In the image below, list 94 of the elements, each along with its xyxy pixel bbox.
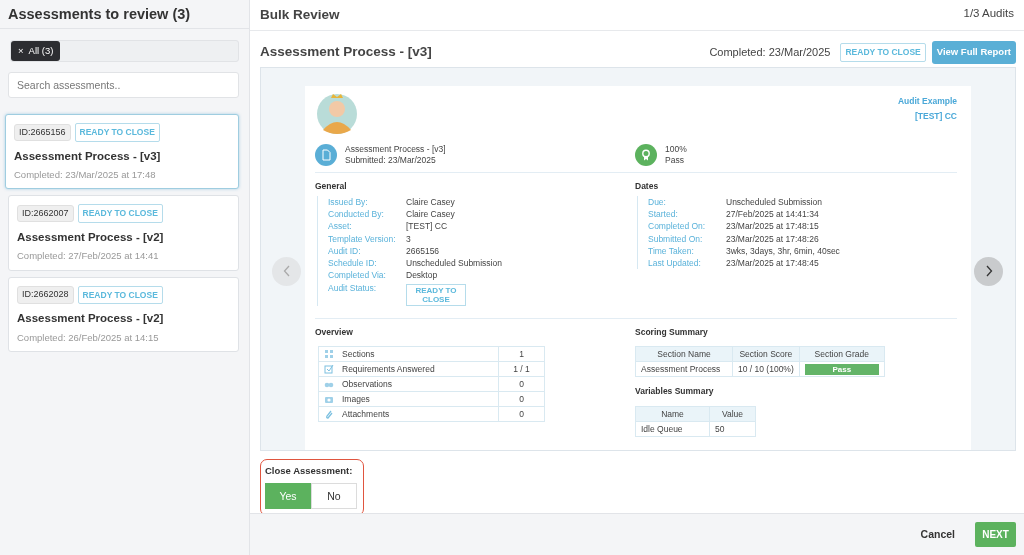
remove-filter-icon[interactable]: × bbox=[18, 44, 24, 59]
field-value: 23/Mar/2025 at 17:48:26 bbox=[726, 232, 819, 245]
toggle-option[interactable]: No bbox=[311, 483, 357, 510]
field-label: Time Taken: bbox=[648, 244, 695, 258]
id-tag: ID:2662007 bbox=[17, 204, 74, 223]
field-label: Audit Status: bbox=[328, 281, 378, 295]
status-badge: READY TO CLOSE bbox=[74, 123, 160, 142]
completed-text: Completed: 27/Feb/2025 at 14:41 bbox=[17, 249, 160, 264]
next-audit-button[interactable] bbox=[974, 256, 1003, 286]
document-icon bbox=[315, 143, 337, 166]
award-icon bbox=[635, 143, 657, 166]
field-label: Submitted On: bbox=[648, 232, 704, 245]
grade-badge: Pass bbox=[804, 363, 879, 375]
field-value: 3 bbox=[406, 232, 411, 245]
field-label: Audit ID: bbox=[328, 244, 362, 258]
overview-value: 0 bbox=[498, 391, 545, 407]
field-value: 3wks, 3days, 3hr, 6min, 40sec bbox=[726, 244, 840, 258]
column-header: Value bbox=[709, 406, 756, 422]
checkbox-icon bbox=[324, 364, 334, 375]
column-header: Section Name bbox=[635, 346, 733, 362]
field-value: 27/Feb/2025 at 14:41:34 bbox=[726, 207, 819, 221]
filter-bar[interactable]: × All (3) bbox=[10, 40, 239, 62]
field-value: Unscheduled Submission bbox=[726, 195, 822, 208]
field-value: 23/Mar/2025 at 17:48:45 bbox=[726, 257, 819, 270]
overview-value: 0 bbox=[498, 376, 545, 392]
overview-label: Attachments bbox=[342, 408, 390, 421]
field-label: Issued By: bbox=[328, 195, 369, 208]
section-heading: Variables Summary bbox=[635, 385, 715, 399]
section-heading: Dates bbox=[635, 179, 660, 193]
completed-date: Completed: 23/Mar/2025 bbox=[709, 45, 831, 61]
card-title: Assessment Process - [v2] bbox=[17, 230, 165, 245]
grid-icon bbox=[324, 349, 334, 360]
section-heading: Overview bbox=[315, 325, 354, 339]
card-title: Assessment Process - [v3] bbox=[14, 148, 162, 164]
audit-counter: 1/3 Audits bbox=[963, 6, 1014, 21]
overview-label: Requirements Answered bbox=[342, 363, 435, 376]
table-cell: 10 / 10 (100%) bbox=[732, 361, 800, 377]
overview-label: Observations bbox=[342, 378, 393, 391]
field-value: Claire Casey bbox=[406, 195, 455, 208]
status-badge: READY TO CLOSE bbox=[406, 283, 466, 306]
chevron-left-icon bbox=[282, 265, 291, 278]
field-label: Asset: bbox=[328, 220, 353, 233]
status-badge: READY TO CLOSE bbox=[77, 285, 163, 305]
audit-title: Assessment Process - [v3] bbox=[260, 43, 432, 62]
summary-text: 100% bbox=[665, 143, 687, 155]
assessment-card[interactable]: ID:2665156 READY TO CLOSE Assessment Process - [v3] Completed: 23/Mar/2025 at 17:48 bbox=[5, 114, 239, 190]
assessment-card[interactable]: ID:2662028 READY TO CLOSE Assessment Process - [v2] Completed: 26/Feb/2025 at 14:15 bbox=[8, 276, 239, 352]
column-header: Section Grade bbox=[799, 346, 885, 362]
paperclip-icon bbox=[324, 409, 334, 420]
assessment-card[interactable]: ID:2662007 READY TO CLOSE Assessment Process - [v2] Completed: 27/Feb/2025 at 14:41 bbox=[8, 195, 239, 271]
field-label: Last Updated: bbox=[648, 257, 702, 270]
camera-icon bbox=[324, 394, 334, 405]
field-value: 2665156 bbox=[406, 244, 440, 258]
search-field[interactable]: Search assessments.. bbox=[8, 72, 239, 98]
id-tag: ID:2662028 bbox=[17, 286, 74, 304]
completed-text: Completed: 26/Feb/2025 at 14:15 bbox=[17, 330, 160, 345]
table-cell: 50 bbox=[709, 421, 756, 437]
field-label: Conducted By: bbox=[328, 207, 385, 221]
section-heading: General bbox=[315, 179, 348, 193]
status-badge: READY TO CLOSE bbox=[840, 43, 926, 62]
overview-value: 0 bbox=[498, 406, 545, 422]
field-label: Completed Via: bbox=[328, 269, 387, 282]
cancel-button[interactable]: Cancel bbox=[914, 525, 961, 544]
sidebar-title: Assessments to review (3) bbox=[0, 0, 249, 29]
overview-value: 1 bbox=[498, 346, 545, 362]
table-cell: Assessment Process bbox=[635, 361, 733, 377]
summary-text: Submitted: 23/Mar/2025 bbox=[345, 154, 437, 166]
filter-chip[interactable]: × All (3) bbox=[11, 41, 61, 62]
field-value: [TEST] CC bbox=[406, 220, 448, 233]
chevron-right-icon bbox=[984, 265, 993, 278]
overview-label: Sections bbox=[342, 348, 375, 361]
field-label: Schedule ID: bbox=[328, 257, 378, 270]
close-assessment-label: Close Assessment: bbox=[265, 464, 354, 479]
column-header: Name bbox=[635, 406, 710, 422]
field-label: Started: bbox=[648, 207, 679, 221]
field-value: Desktop bbox=[406, 269, 438, 282]
card-title: Assessment Process - [v2] bbox=[17, 311, 165, 327]
column-header: Section Score bbox=[732, 346, 800, 362]
table-cell: Idle Queue bbox=[635, 421, 710, 437]
field-value: Unscheduled Submission bbox=[406, 257, 502, 270]
summary-text: Assessment Process - [v3] bbox=[345, 143, 446, 155]
overview-label: Images bbox=[342, 393, 370, 406]
field-value: Claire Casey bbox=[406, 207, 455, 221]
status-badge: READY TO CLOSE bbox=[77, 204, 163, 223]
section-heading: Scoring Summary bbox=[635, 325, 709, 339]
field-value: 23/Mar/2025 at 17:48:15 bbox=[726, 220, 819, 233]
overview-value: 1 / 1 bbox=[498, 361, 545, 377]
page-title: Bulk Review bbox=[260, 6, 340, 24]
field-label: Template Version: bbox=[328, 232, 397, 245]
field-label: Completed On: bbox=[648, 220, 707, 233]
summary-text: Pass bbox=[665, 154, 685, 166]
id-tag: ID:2665156 bbox=[14, 123, 71, 142]
field-label: Due: bbox=[648, 195, 667, 208]
completed-text: Completed: 23/Mar/2025 at 17:48 bbox=[14, 168, 157, 182]
